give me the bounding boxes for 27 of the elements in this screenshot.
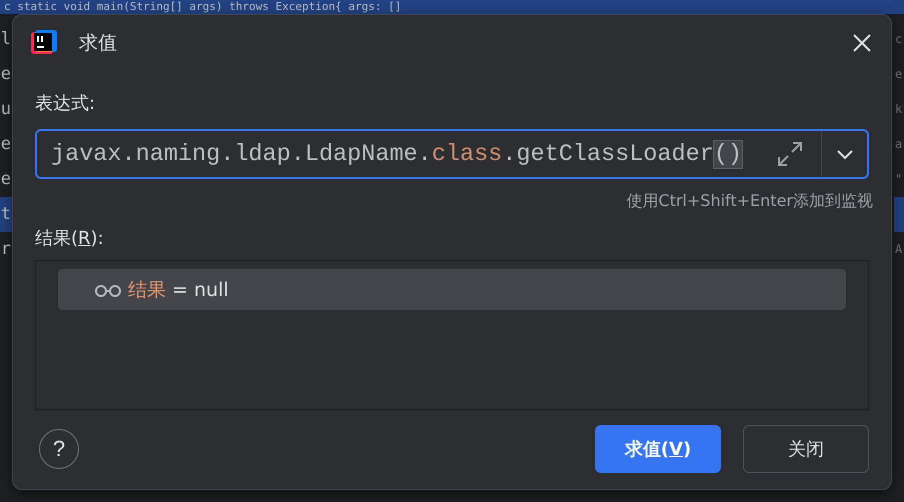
app-logo-icon [31, 30, 57, 56]
expression-field[interactable]: javax.naming.ldap.LdapName.class.getClassLoader() [35, 129, 869, 179]
code-line: l [0, 28, 12, 51]
code-line: e [0, 63, 12, 86]
code-line: c [894, 31, 904, 48]
result-row[interactable]: 结果 = null [58, 269, 846, 310]
code-line: " [894, 171, 904, 188]
code-line: A [894, 241, 904, 258]
code-line: k [894, 101, 904, 118]
code-line: e [894, 66, 904, 83]
chevron-icon [836, 148, 854, 160]
close-icon[interactable] [851, 32, 873, 54]
code-line: r [0, 238, 12, 261]
code-line: a [894, 136, 904, 153]
result-label: 结果(R): [35, 227, 105, 251]
evaluate-button[interactable]: 求值(V) [595, 425, 721, 473]
close-button[interactable]: 关闭 [743, 425, 869, 473]
dialog-title: 求值 [79, 31, 118, 56]
code-line: e [0, 168, 12, 191]
help-button[interactable]: ? [39, 429, 79, 469]
glasses-icon [94, 282, 122, 296]
expression-label: 表达式: [35, 92, 96, 116]
expand-icon[interactable] [775, 139, 805, 169]
hint-text: 使用Ctrl+Shift+Enter添加到监视 [626, 191, 873, 212]
code-line: c static void main(String[] args) throws Exception{ args: [] [3, 0, 402, 14]
code-line: u [0, 98, 12, 121]
code-line: e [0, 133, 12, 156]
